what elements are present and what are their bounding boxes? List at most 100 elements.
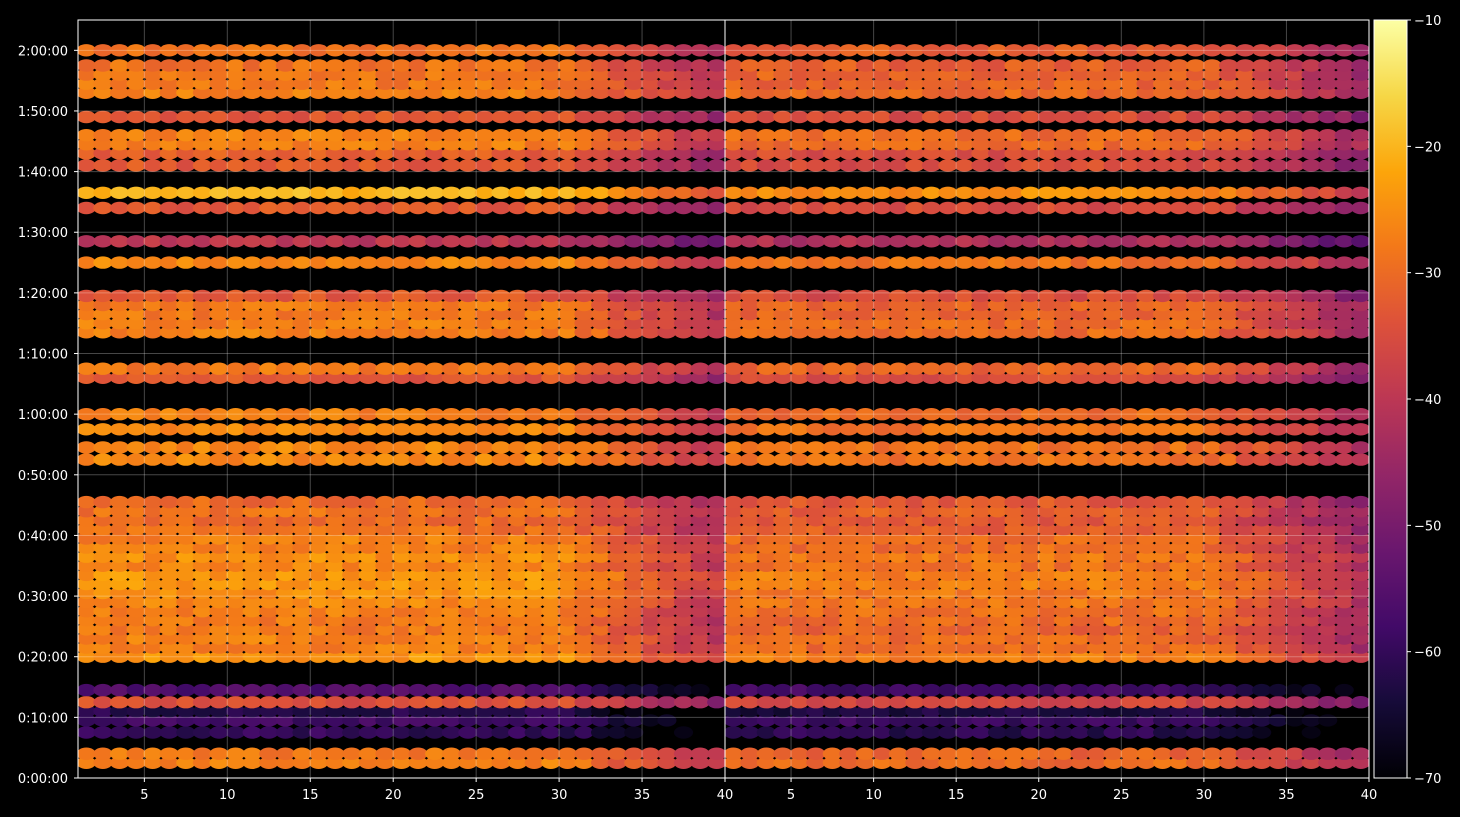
heatmap-cell [159, 201, 179, 215]
heatmap-cell [1235, 235, 1255, 248]
heatmap-cell [507, 59, 528, 72]
heatmap-cell [1268, 683, 1288, 697]
heatmap-cell [740, 129, 760, 142]
heatmap-cell [1153, 683, 1173, 697]
heatmap-cell [855, 453, 876, 466]
heatmap-cell [725, 495, 743, 509]
heatmap-cell [325, 696, 345, 709]
heatmap-cell [789, 129, 809, 142]
heatmap-cell [557, 129, 578, 142]
heatmap-cell [987, 186, 1008, 199]
heatmap-cell [425, 129, 445, 142]
heatmap-cell [1103, 423, 1123, 436]
heatmap-cell [773, 186, 793, 199]
heatmap-cell [391, 726, 412, 739]
heatmap-cell [391, 362, 412, 375]
heatmap-cell [491, 726, 511, 739]
heatmap-cell [259, 159, 279, 172]
heatmap-cell [954, 683, 975, 697]
heatmap-cell [541, 362, 561, 375]
heatmap-cell [1086, 423, 1107, 436]
heatmap-cell [491, 747, 511, 760]
heatmap-cell [1351, 256, 1369, 269]
heatmap-cell [1136, 747, 1156, 760]
heatmap-cell [971, 256, 991, 269]
heatmap-cell [921, 289, 942, 303]
heatmap-cell [1301, 423, 1321, 436]
heatmap-cell [591, 423, 611, 436]
heatmap-cell [1020, 186, 1041, 199]
heatmap-cell [1120, 453, 1140, 466]
heatmap-cell [1301, 201, 1321, 215]
heatmap-cell [971, 747, 991, 760]
heatmap-cell [292, 186, 312, 199]
heatmap-cell [954, 256, 975, 269]
heatmap-cell [1285, 696, 1305, 709]
heatmap-cell [690, 110, 710, 124]
heatmap-cell [921, 423, 942, 436]
heatmap-cell [209, 129, 229, 142]
heatmap-cell [524, 110, 544, 124]
heatmap-cell [425, 747, 445, 760]
heatmap-cell [954, 289, 975, 303]
heatmap-cell [1235, 423, 1255, 436]
heatmap-cell [325, 186, 345, 199]
heatmap-cell [375, 362, 395, 375]
heatmap-cell [192, 683, 212, 697]
heatmap-cell [938, 495, 958, 509]
heatmap-cell [921, 235, 942, 248]
heatmap-cell [888, 129, 909, 142]
heatmap-cell [905, 683, 925, 697]
heatmap-cell [673, 362, 694, 375]
heatmap-cell [740, 289, 760, 303]
heatmap-cell [557, 59, 578, 72]
heatmap-cell [441, 110, 461, 124]
heatmap-cell [176, 362, 196, 375]
heatmap-cell [1086, 235, 1107, 248]
heatmap-cell [309, 110, 329, 124]
heatmap-cell [259, 683, 279, 697]
heatmap-cell [888, 362, 909, 375]
heatmap-cell [507, 747, 528, 760]
heatmap-cell [607, 289, 627, 303]
heatmap-cell [839, 726, 859, 739]
heatmap-cell [491, 289, 511, 303]
heatmap-cell [574, 159, 594, 172]
heatmap-cell [1252, 495, 1272, 509]
heatmap-cell [441, 726, 461, 739]
heatmap-cell [839, 159, 859, 172]
heatmap-cell [888, 495, 909, 509]
heatmap-cell [789, 683, 809, 697]
heatmap-cell [707, 453, 725, 466]
heatmap-cell [1301, 59, 1321, 72]
heatmap-cell [624, 362, 644, 375]
heatmap-cell [673, 235, 694, 248]
heatmap-cell [143, 362, 163, 375]
heatmap-cell [1053, 453, 1074, 466]
heatmap-cell [1351, 747, 1369, 760]
heatmap-cell [375, 441, 395, 454]
heatmap-cell [143, 747, 163, 760]
heatmap-cell [905, 129, 925, 142]
heatmap-cell [292, 129, 312, 142]
heatmap-cell [441, 201, 461, 215]
heatmap-cell [855, 289, 876, 303]
heatmap-cell [1037, 362, 1057, 375]
heatmap-cell [541, 683, 561, 697]
heatmap-cell [756, 186, 776, 199]
heatmap-cell [242, 423, 262, 436]
heatmap-cell [159, 453, 179, 466]
heatmap-cell [425, 235, 445, 248]
left-panel: 5 10 15 20 25 30 35 40 0:00:00 0:10:00 0:20:00 0:3… [18, 19, 733, 803]
heatmap-cell [971, 235, 991, 248]
heatmap-cell [806, 186, 826, 199]
heatmap-cell [342, 256, 362, 269]
heatmap-cell [1202, 289, 1222, 303]
heatmap-cell [773, 683, 793, 697]
heatmap-cell [226, 453, 246, 466]
heatmap-cell [209, 423, 229, 436]
left-heatmap-cells [78, 44, 725, 769]
heatmap-cell [391, 441, 412, 454]
heatmap-cell [690, 59, 710, 72]
heatmap-cell [756, 201, 776, 215]
